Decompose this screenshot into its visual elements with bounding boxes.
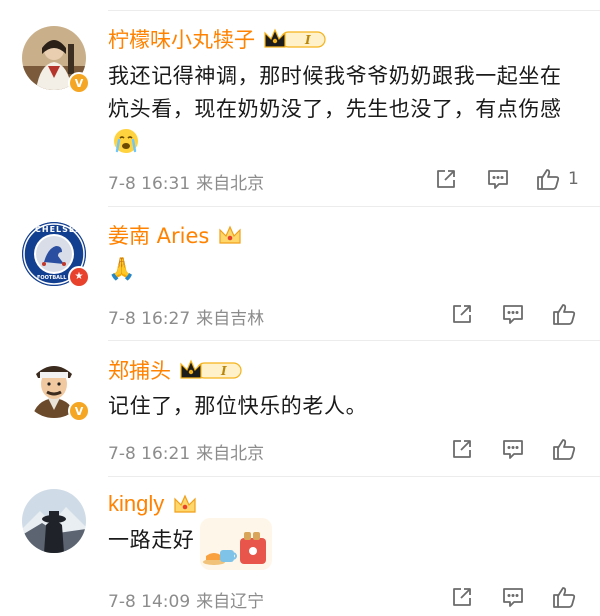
share-icon xyxy=(437,170,455,188)
svg-text:I: I xyxy=(220,364,227,378)
member-crown-level-badge-icon: I xyxy=(263,27,327,51)
comment-meta: 7-8 16:31 来自北京 xyxy=(108,169,264,194)
share-icon xyxy=(453,588,471,606)
verified-star-badge-icon: ★ xyxy=(68,266,90,288)
avatar-crest-text-bottom: FOOTBALL C xyxy=(37,275,72,281)
comment-time: 7-8 14:09 xyxy=(108,592,191,612)
reply-button[interactable] xyxy=(501,585,525,609)
comment-divider xyxy=(108,206,600,207)
username-link[interactable]: 姜南 Aries xyxy=(108,220,209,250)
top-divider xyxy=(108,10,600,11)
member-crown-badge-icon xyxy=(172,492,198,516)
comment-time: 7-8 16:31 xyxy=(108,174,191,194)
comment-meta: 7-8 16:21 来自北京 xyxy=(108,439,264,464)
username-link[interactable]: kingly xyxy=(108,491,164,517)
comment-icon xyxy=(503,588,523,607)
crying-face-emoji-icon xyxy=(112,127,140,165)
comment-header: kingly xyxy=(108,489,198,519)
avatar-crest-text: CHELSEA xyxy=(35,225,83,234)
comment-time: 7-8 16:27 xyxy=(108,309,191,329)
comment-header: 郑捕头 I xyxy=(108,355,243,385)
comment-text: 我还记得神调，那时候我爷爷奶奶跟我一起坐在炕头看，现在奶奶没了，先生也没了，有点… xyxy=(108,60,582,165)
member-crown-level-badge-icon: I xyxy=(179,358,243,382)
comment-text-content: 记住了，那位快乐的老人。 xyxy=(108,394,368,418)
username-link[interactable]: 柠檬味小丸犊子 xyxy=(108,24,255,54)
like-button[interactable]: 1 xyxy=(536,167,579,191)
verified-badge-icon: V xyxy=(68,72,90,94)
prayer-hands-emoji: 🙏 xyxy=(108,257,136,282)
share-icon xyxy=(453,440,471,458)
comment-divider xyxy=(108,340,600,341)
like-count: 1 xyxy=(568,169,579,189)
comment-icon xyxy=(503,440,523,459)
comment-meta: 7-8 16:27 来自吉林 xyxy=(108,304,264,329)
reply-button[interactable] xyxy=(501,302,525,326)
reply-button[interactable] xyxy=(501,437,525,461)
comment-divider xyxy=(108,476,600,477)
share-button[interactable] xyxy=(450,437,474,461)
comment-location: 来自吉林 xyxy=(196,309,265,329)
like-button[interactable] xyxy=(552,585,578,609)
comment-text-content: 我还记得神调，那时候我爷爷奶奶跟我一起坐在炕头看，现在奶奶没了，先生也没了，有点… xyxy=(108,64,562,121)
comment-time: 7-8 16:21 xyxy=(108,444,191,464)
reply-button[interactable] xyxy=(486,167,510,191)
member-crown-badge-icon xyxy=(217,223,243,247)
avatar[interactable] xyxy=(22,489,86,553)
comment-icon xyxy=(503,305,523,324)
comment-location: 来自北京 xyxy=(196,174,265,194)
like-button[interactable] xyxy=(552,302,578,326)
comment-location: 来自北京 xyxy=(196,444,265,464)
share-icon xyxy=(453,305,471,323)
comment-text: 记住了，那位快乐的老人。 xyxy=(108,390,582,423)
comment-meta: 7-8 14:09 来自辽宁 xyxy=(108,587,264,612)
comment-header: 姜南 Aries xyxy=(108,220,243,250)
teatime-sticker-icon xyxy=(200,518,272,570)
comment-icon xyxy=(488,170,508,189)
verified-badge-icon: V xyxy=(68,400,90,422)
share-button[interactable] xyxy=(450,302,474,326)
username-link[interactable]: 郑捕头 xyxy=(108,355,171,385)
comment-location: 来自辽宁 xyxy=(196,592,265,612)
thumbs-up-icon xyxy=(537,169,560,190)
thumbs-up-icon xyxy=(553,439,576,460)
like-button[interactable] xyxy=(552,437,578,461)
thumbs-up-icon xyxy=(553,587,576,608)
svg-text:I: I xyxy=(304,33,311,47)
share-button[interactable] xyxy=(450,585,474,609)
comment-text: 一路走好 xyxy=(108,524,582,557)
share-button[interactable] xyxy=(434,167,458,191)
comment-text: 🙏 xyxy=(108,253,582,286)
thumbs-up-icon xyxy=(553,304,576,325)
comment-text-content: 一路走好 xyxy=(108,528,195,552)
comment-header: 柠檬味小丸犊子 I xyxy=(108,24,327,54)
